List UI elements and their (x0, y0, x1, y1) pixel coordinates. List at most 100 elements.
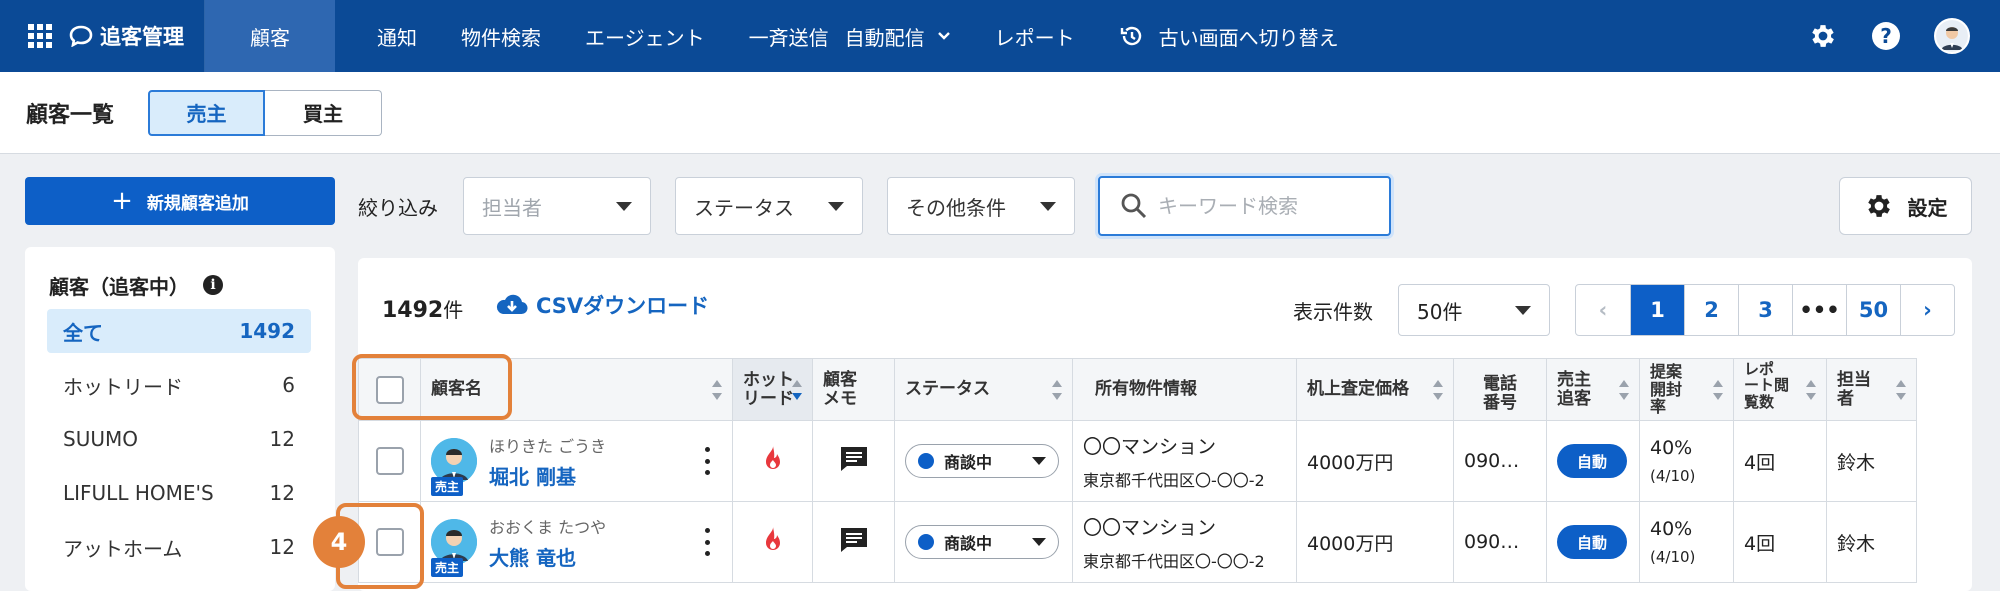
search-box[interactable] (1098, 176, 1391, 236)
info-icon[interactable]: i (203, 275, 223, 295)
sidebar-item-hot-lead[interactable]: ホットリード 6 (47, 363, 311, 407)
settings-button[interactable]: 設定 (1839, 177, 1972, 235)
help-icon[interactable]: ? (1872, 22, 1900, 50)
chevron-down-icon (937, 32, 950, 40)
memo-icon[interactable] (839, 445, 869, 473)
assignee-dropdown[interactable]: 担当者 (463, 177, 651, 235)
table-row[interactable]: 売主 ほりきた ごうき 堀北 剛基 商談中 〇〇マンション 東京都千代田区〇-〇… (358, 420, 1917, 502)
sort-icon[interactable] (792, 379, 802, 400)
table-row[interactable]: 売主 おおくま たつや 大熊 竜也 商談中 〇〇マンション 東京都千代田区〇-〇… (358, 501, 1917, 583)
price-cell: 4000万円 (1296, 420, 1454, 502)
nav-agents[interactable]: エージェント (563, 0, 727, 72)
col-header-agent[interactable]: 担当 者 (1826, 358, 1917, 421)
customer-names: ほりきた ごうき 堀北 剛基 (489, 433, 606, 490)
status-dropdown-label: ステータス (694, 195, 794, 220)
caret-down-icon (828, 201, 844, 211)
sort-icon[interactable] (1052, 379, 1062, 400)
row-checkbox[interactable] (375, 447, 404, 475)
memo-cell (812, 420, 895, 502)
nav-reports[interactable]: レポート (973, 0, 1097, 72)
gear-icon (1867, 195, 1890, 217)
sort-icon[interactable] (1433, 379, 1443, 400)
sort-icon[interactable] (1896, 379, 1906, 400)
nav-property-search[interactable]: 物件検索 (439, 0, 563, 72)
status-dot-icon (918, 534, 934, 550)
col-header-report-views[interactable]: レポ ート閲 覧数 (1733, 358, 1827, 421)
col-header-open-rate[interactable]: 提案 開封 率 (1639, 358, 1734, 421)
nav-auto-delivery[interactable]: 自動配信 (837, 0, 973, 72)
col-header-label: ホット リード (743, 369, 794, 409)
page-50-button[interactable]: 50 (1846, 285, 1900, 335)
agent-cell: 鈴木 (1826, 501, 1917, 583)
sidebar-item-count: 6 (282, 373, 295, 397)
customer-name-link[interactable]: 堀北 剛基 (489, 461, 606, 490)
status-select[interactable]: 商談中 (905, 525, 1059, 559)
caret-down-icon (1032, 538, 1046, 546)
customer-names: おおくま たつや 大熊 竜也 (489, 514, 606, 571)
status-dropdown[interactable]: ステータス (675, 177, 863, 235)
sort-icon[interactable] (712, 379, 722, 400)
gear-icon[interactable] (1808, 21, 1838, 51)
page-next-button[interactable]: › (1900, 285, 1954, 335)
property-name: 〇〇マンション (1083, 435, 1217, 458)
seller-badge: 売主 (431, 477, 464, 496)
page-3-button[interactable]: 3 (1738, 285, 1792, 335)
tab-buyer[interactable]: 買主 (265, 89, 383, 136)
csv-download-link[interactable]: CSVダウンロード (494, 290, 709, 320)
col-header-label: 担当 者 (1837, 369, 1871, 409)
col-header-price[interactable]: 机上査定価格 (1296, 358, 1454, 421)
property-cell: 〇〇マンション 東京都千代田区〇-〇〇-2 (1072, 501, 1297, 583)
per-page-dropdown[interactable]: 50件 (1398, 284, 1550, 336)
auto-follow-badge[interactable]: 自動 (1557, 525, 1627, 559)
nav-customers[interactable]: 顧客 (205, 0, 335, 72)
sort-icon[interactable] (1619, 379, 1629, 400)
more-options-icon[interactable] (704, 447, 710, 475)
sidebar-item-label: アットホーム (63, 536, 183, 561)
col-header-label: 電話 番号 (1483, 374, 1517, 413)
add-customer-button[interactable]: + 新規顧客追加 (25, 177, 335, 225)
app-grid-icon[interactable] (28, 24, 52, 48)
page-1-button[interactable]: 1 (1630, 285, 1684, 335)
nav-switch-old-ui[interactable]: 古い画面へ切り替え (1097, 0, 1361, 72)
result-count-unit: 件 (443, 298, 464, 322)
open-rate-cell: 40% (4/10) (1639, 501, 1734, 583)
sort-icon[interactable] (1806, 379, 1816, 400)
brand[interactable]: 追客管理 (0, 0, 205, 72)
sidebar-item-label: 全て (63, 320, 103, 345)
step-number-badge: 4 (313, 516, 365, 568)
customer-avatar: 売主 (431, 438, 477, 496)
agent-cell: 鈴木 (1826, 420, 1917, 502)
memo-icon[interactable] (839, 526, 869, 554)
phone-cell: 090… (1453, 420, 1547, 502)
open-rate-cell: 40% (4/10) (1639, 420, 1734, 502)
tab-seller[interactable]: 売主 (148, 89, 266, 136)
caret-down-icon (616, 201, 632, 211)
more-options-icon[interactable] (704, 528, 710, 556)
sidebar-item-count: 12 (269, 427, 295, 451)
user-avatar[interactable] (1934, 18, 1970, 54)
auto-follow-badge[interactable]: 自動 (1557, 444, 1627, 478)
sidebar-item-athome[interactable]: アットホーム 12 (47, 525, 311, 569)
status-cell: 商談中 (894, 420, 1073, 502)
sidebar-item-suumo[interactable]: SUUMO 12 (47, 417, 311, 461)
flame-icon (765, 525, 780, 550)
page-2-button[interactable]: 2 (1684, 285, 1738, 335)
sidebar-item-all[interactable]: 全て 1492 (47, 309, 311, 353)
nav-bulk-send[interactable]: 一斉送信 (727, 0, 837, 72)
status-select[interactable]: 商談中 (905, 444, 1059, 478)
nav-notifications[interactable]: 通知 (355, 0, 439, 72)
page-prev-button[interactable]: ‹ (1576, 285, 1630, 335)
sort-icon[interactable] (1713, 379, 1723, 400)
search-input[interactable] (1158, 194, 1378, 218)
sidebar-item-lifull[interactable]: LIFULL HOME'S 12 (47, 471, 311, 515)
col-header-follow[interactable]: 売主 追客 (1546, 358, 1640, 421)
status-cell: 商談中 (894, 501, 1073, 583)
col-header-hot-lead[interactable]: ホット リード (732, 358, 813, 421)
other-conditions-dropdown[interactable]: その他条件 (887, 177, 1075, 235)
page-ellipsis[interactable]: ••• (1792, 285, 1846, 335)
col-header-status[interactable]: ステータス (894, 358, 1073, 421)
report-views-cell: 4回 (1733, 420, 1827, 502)
col-header-label: 顧客 メモ (823, 369, 857, 409)
history-icon (1120, 26, 1141, 46)
customer-name-link[interactable]: 大熊 竜也 (489, 542, 606, 571)
